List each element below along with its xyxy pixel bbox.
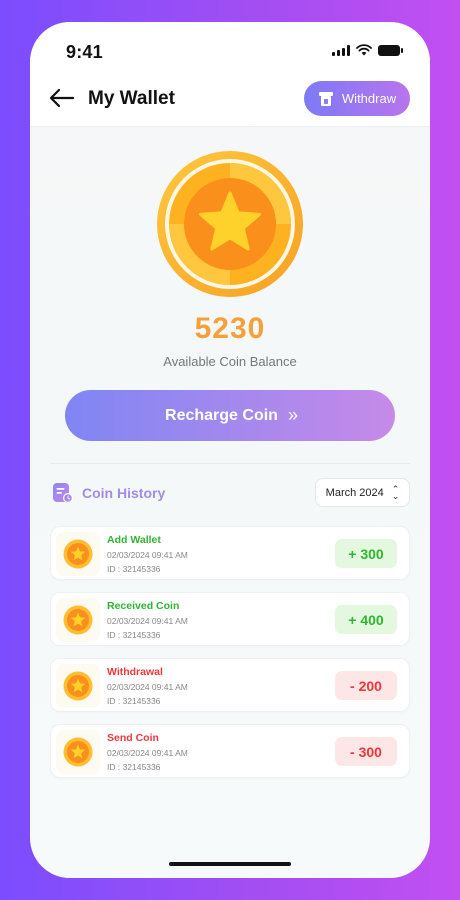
transaction-date: 02/03/2024 09:41 AM: [107, 550, 188, 560]
transaction-amount-badge: - 200: [335, 671, 397, 700]
star-coin-icon: [63, 737, 93, 767]
star-coin-icon: [63, 671, 93, 701]
star-coin-icon: [63, 605, 93, 635]
transaction-date: 02/03/2024 09:41 AM: [107, 616, 188, 626]
page-title: My Wallet: [88, 88, 175, 109]
arrow-left-icon[interactable]: [48, 86, 76, 110]
recharge-coin-button[interactable]: Recharge Coin »: [65, 390, 395, 441]
coin-history-title: Coin History: [82, 485, 166, 501]
withdraw-label: Withdraw: [341, 91, 397, 106]
transaction-amount-badge: + 400: [335, 605, 397, 634]
transaction-amount-badge: + 300: [335, 539, 397, 568]
status-icons: [332, 44, 403, 56]
transaction-id: ID : 32145336: [107, 762, 161, 772]
transaction-title: Received Coin: [107, 600, 180, 612]
transaction-row[interactable]: Send Coin 02/03/2024 09:41 AM ID : 32145…: [50, 724, 410, 778]
battery-icon: [378, 44, 403, 56]
coin-balance-label: Available Coin Balance: [163, 354, 297, 369]
transaction-row[interactable]: Withdrawal 02/03/2024 09:41 AM ID : 3214…: [50, 658, 410, 712]
transaction-amount-badge: - 300: [335, 737, 397, 766]
transaction-coin-badge: [56, 598, 100, 642]
transaction-title: Withdrawal: [107, 666, 163, 678]
wifi-icon: [356, 44, 372, 56]
month-select[interactable]: March 2024 ⌃ ⌄: [315, 478, 410, 507]
transaction-row[interactable]: Add Wallet 02/03/2024 09:41 AM ID : 3214…: [50, 526, 410, 580]
home-indicator: [169, 862, 291, 866]
transaction-id: ID : 32145336: [107, 696, 161, 706]
transaction-date: 02/03/2024 09:41 AM: [107, 748, 188, 758]
phone-screen: 9:41 My Wallet Withdraw 5230 Available C…: [30, 22, 430, 878]
transaction-title: Send Coin: [107, 732, 159, 744]
withdraw-button[interactable]: Withdraw: [304, 81, 410, 116]
transaction-coin-badge: [56, 730, 100, 774]
atm-card-icon: [318, 91, 333, 106]
coin-balance-amount: 5230: [194, 312, 266, 345]
transaction-coin-badge: [56, 664, 100, 708]
history-document-icon: [53, 483, 73, 503]
recharge-label: Recharge Coin: [165, 406, 278, 424]
transaction-row[interactable]: Received Coin 02/03/2024 09:41 AM ID : 3…: [50, 592, 410, 646]
section-divider: [50, 463, 410, 464]
month-select-value: March 2024: [325, 486, 384, 499]
transaction-list: Add Wallet 02/03/2024 09:41 AM ID : 3214…: [50, 526, 410, 790]
transaction-coin-badge: [56, 532, 100, 576]
star-coin-icon: [157, 151, 303, 297]
up-down-chevron-icon: ⌃ ⌄: [391, 483, 400, 501]
header-divider: [30, 126, 430, 127]
transaction-id: ID : 32145336: [107, 630, 161, 640]
double-chevron-right-icon: »: [287, 405, 298, 425]
transaction-date: 02/03/2024 09:41 AM: [107, 682, 188, 692]
transaction-title: Add Wallet: [107, 534, 161, 546]
transaction-id: ID : 32145336: [107, 564, 161, 574]
cellular-signal-icon: [332, 44, 350, 56]
status-time: 9:41: [66, 42, 103, 62]
star-coin-icon: [63, 539, 93, 569]
